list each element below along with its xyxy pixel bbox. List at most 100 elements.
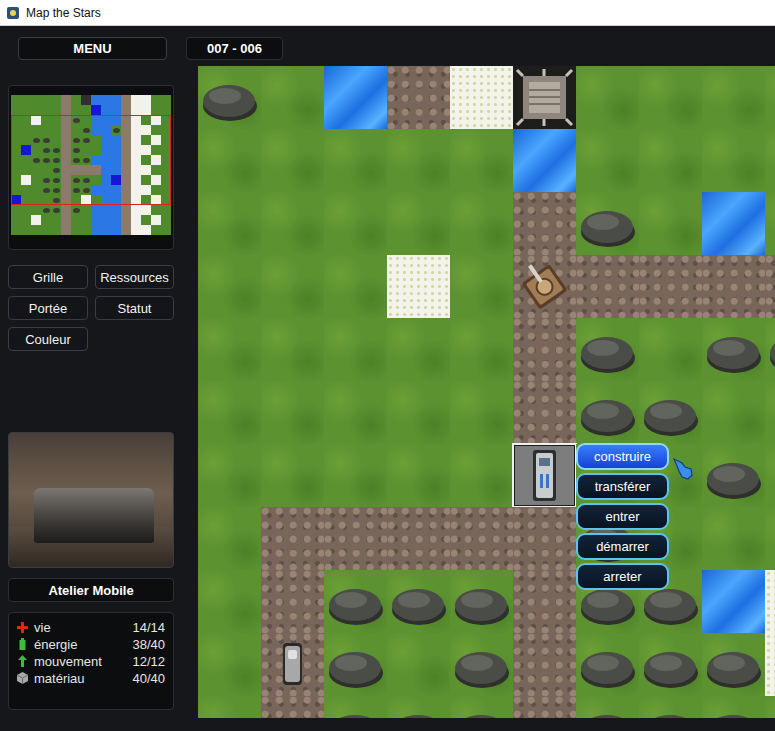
map-tile[interactable] [576,66,639,129]
map-tile[interactable] [450,318,513,381]
map-tile[interactable] [702,66,765,129]
map-tile[interactable] [702,129,765,192]
map-tile[interactable] [639,696,702,718]
map-tile[interactable] [261,633,324,696]
map-tile[interactable] [324,192,387,255]
map-tile[interactable] [198,444,261,507]
map-tile[interactable] [261,192,324,255]
map-tile[interactable] [765,696,775,718]
map-tile[interactable] [387,255,450,318]
map-tile[interactable] [450,633,513,696]
map-tile[interactable] [450,381,513,444]
map-tile[interactable] [576,255,639,318]
menu-button[interactable]: MENU [18,37,167,60]
map-tile[interactable] [198,192,261,255]
map-tile[interactable] [513,444,576,507]
map-tile[interactable] [513,192,576,255]
map-tile[interactable] [324,318,387,381]
map-tile[interactable] [765,129,775,192]
map-tile[interactable] [261,444,324,507]
map-tile[interactable] [576,696,639,718]
map-tile[interactable] [639,192,702,255]
map-tile[interactable] [702,570,765,633]
map-tile[interactable] [765,66,775,129]
map-tile[interactable] [387,507,450,570]
view-button[interactable]: Portée [8,296,88,320]
map-tile[interactable] [198,318,261,381]
context-menu-item[interactable]: transférer [576,473,669,500]
map-tile[interactable] [702,381,765,444]
map-tile[interactable] [765,255,775,318]
map-tile[interactable] [261,381,324,444]
map-tile[interactable] [576,129,639,192]
context-menu-item[interactable]: arreter [576,563,669,590]
map-tile[interactable] [387,318,450,381]
view-button[interactable]: Grille [8,265,88,289]
map-tile[interactable] [639,66,702,129]
map-tile[interactable] [324,255,387,318]
map-tile[interactable] [324,444,387,507]
map-tile[interactable] [513,255,576,318]
map-tile[interactable] [261,255,324,318]
map-tile[interactable] [702,318,765,381]
map-tile[interactable] [513,570,576,633]
map-tile[interactable] [639,633,702,696]
map-tile[interactable] [702,444,765,507]
map-tile[interactable] [450,444,513,507]
map-tile[interactable] [765,318,775,381]
map-tile[interactable] [198,381,261,444]
map-tile[interactable] [450,507,513,570]
map-tile[interactable] [702,696,765,718]
map-tile[interactable] [765,192,775,255]
map-tile[interactable] [513,507,576,570]
map-tile[interactable] [387,633,450,696]
map-tile[interactable] [513,318,576,381]
map-tile[interactable] [198,255,261,318]
map-tile[interactable] [261,507,324,570]
map-tile[interactable] [765,507,775,570]
map-tile[interactable] [324,696,387,718]
view-button[interactable]: Statut [95,296,174,320]
map-tile[interactable] [324,570,387,633]
context-menu-item[interactable]: entrer [576,503,669,530]
map-tile[interactable] [324,633,387,696]
minimap-viewport[interactable] [11,115,171,205]
map-tile[interactable] [387,129,450,192]
map-tile[interactable] [450,255,513,318]
map-tile[interactable] [513,66,576,129]
map-tile[interactable] [639,381,702,444]
map-tile[interactable] [702,192,765,255]
map-tile[interactable] [639,129,702,192]
map-tile[interactable] [702,255,765,318]
map-tile[interactable] [387,381,450,444]
map-tile[interactable] [387,66,450,129]
context-menu-item[interactable]: démarrer [576,533,669,560]
map-tile[interactable] [702,633,765,696]
map-tile[interactable] [702,507,765,570]
map-tile[interactable] [387,570,450,633]
map-tile[interactable] [513,633,576,696]
map-tile[interactable] [261,66,324,129]
map-tile[interactable] [765,444,775,507]
map-tile[interactable] [198,633,261,696]
context-menu-item[interactable]: construire [576,443,669,470]
map-tile[interactable] [198,507,261,570]
map-tile[interactable] [576,318,639,381]
map-tile[interactable] [261,570,324,633]
game-map[interactable]: construire transférer entrer démarrer ar… [198,66,775,718]
map-tile[interactable] [576,633,639,696]
map-tile[interactable] [513,696,576,718]
map-tile[interactable] [387,444,450,507]
map-tile[interactable] [765,381,775,444]
map-tile[interactable] [639,255,702,318]
map-tile[interactable] [324,507,387,570]
view-button[interactable]: Ressources [95,265,174,289]
map-tile[interactable] [450,129,513,192]
map-tile[interactable] [639,318,702,381]
map-tile[interactable] [450,696,513,718]
map-tile[interactable] [450,66,513,129]
map-tile[interactable] [324,66,387,129]
map-tile[interactable] [513,381,576,444]
minimap[interactable] [11,95,171,240]
view-button[interactable]: Couleur [8,327,88,351]
